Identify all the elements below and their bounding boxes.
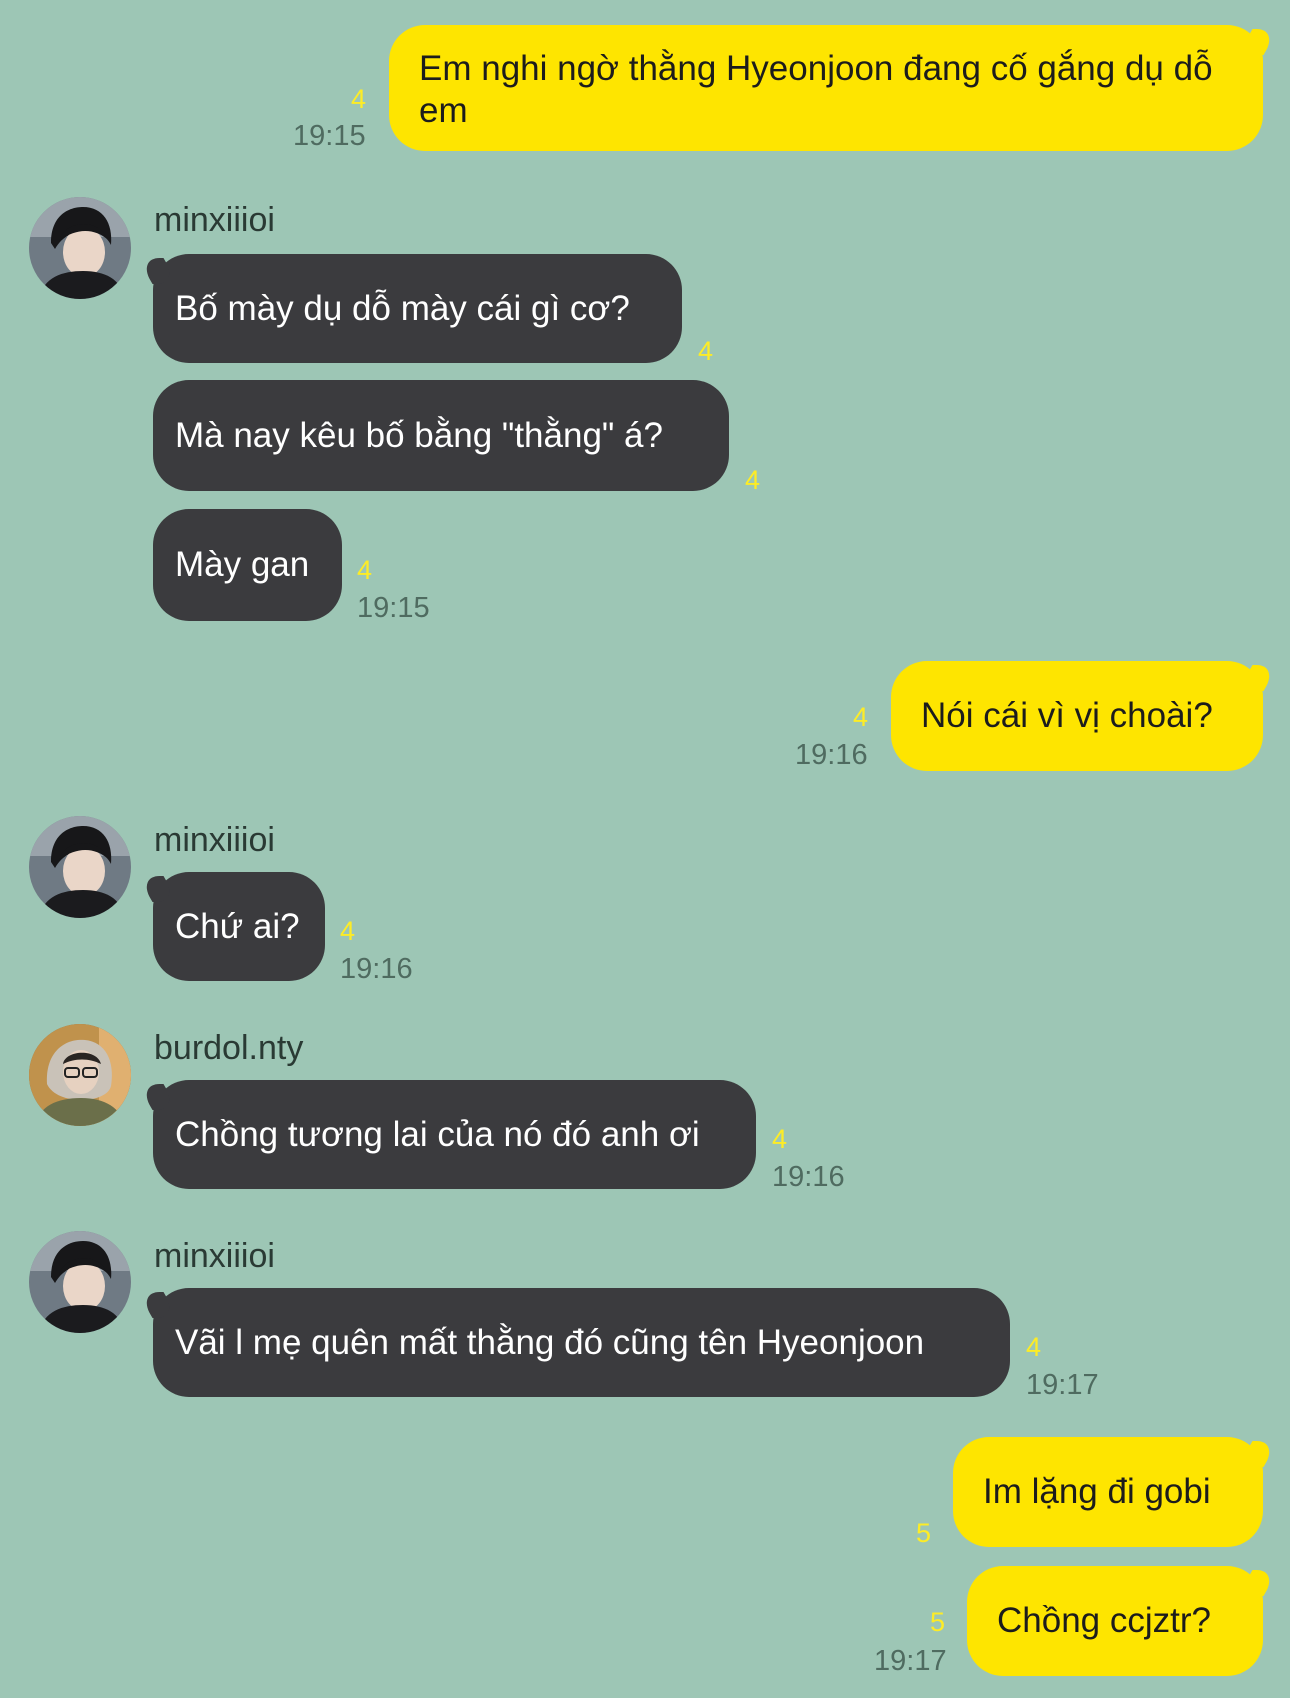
unread-count: 4 xyxy=(351,84,367,114)
profile-photo xyxy=(29,197,131,299)
my-message-bubble[interactable]: Nói cái vì vị choài? xyxy=(891,661,1263,771)
other-message-bubble[interactable]: Mày gan xyxy=(153,509,342,621)
unread-count: 4 xyxy=(853,702,869,732)
message-time: 19:17 xyxy=(1026,1369,1099,1401)
other-message-bubble[interactable]: Vãi l mẹ quên mất thằng đó cũng tên Hyeo… xyxy=(153,1288,1010,1397)
sender-name: minxiiioi xyxy=(154,1237,275,1275)
my-message-bubble[interactable]: Em nghi ngờ thằng Hyeonjoon đang cố gắng… xyxy=(389,25,1263,151)
avatar-minxiiioi[interactable] xyxy=(29,197,131,299)
sender-name: minxiiioi xyxy=(154,821,275,859)
unread-count: 4 xyxy=(357,555,373,585)
message-time: 19:15 xyxy=(357,592,430,624)
unread-count: 4 xyxy=(745,465,761,495)
avatar-burdol-nty[interactable] xyxy=(29,1024,131,1126)
profile-photo xyxy=(29,1231,131,1333)
avatar-minxiiioi[interactable] xyxy=(29,816,131,918)
message-time: 19:17 xyxy=(874,1645,947,1677)
unread-count: 4 xyxy=(340,916,356,946)
my-message-bubble[interactable]: Chồng ccjztr? xyxy=(967,1566,1263,1676)
message-time: 19:16 xyxy=(795,739,868,771)
other-message-bubble[interactable]: Chứ ai? xyxy=(153,872,325,981)
avatar-minxiiioi[interactable] xyxy=(29,1231,131,1333)
profile-photo xyxy=(29,816,131,918)
unread-count: 4 xyxy=(698,336,714,366)
my-message-bubble[interactable]: Im lặng đi gobi xyxy=(953,1437,1263,1547)
unread-count: 5 xyxy=(930,1607,946,1637)
message-time: 19:16 xyxy=(772,1161,845,1193)
unread-count: 5 xyxy=(916,1518,932,1548)
sender-name: minxiiioi xyxy=(154,201,275,239)
unread-count: 4 xyxy=(772,1124,788,1154)
chat-room[interactable]: Em nghi ngờ thằng Hyeonjoon đang cố gắng… xyxy=(0,0,1290,1698)
sender-name: burdol.nty xyxy=(154,1029,304,1067)
unread-count: 4 xyxy=(1026,1332,1042,1362)
profile-photo xyxy=(29,1024,131,1126)
other-message-bubble[interactable]: Mà nay kêu bố bằng "thằng" á? xyxy=(153,380,729,491)
other-message-bubble[interactable]: Bố mày dụ dỗ mày cái gì cơ? xyxy=(153,254,682,363)
other-message-bubble[interactable]: Chồng tương lai của nó đó anh ơi xyxy=(153,1080,756,1189)
message-time: 19:16 xyxy=(340,953,413,985)
message-time: 19:15 xyxy=(293,120,366,152)
